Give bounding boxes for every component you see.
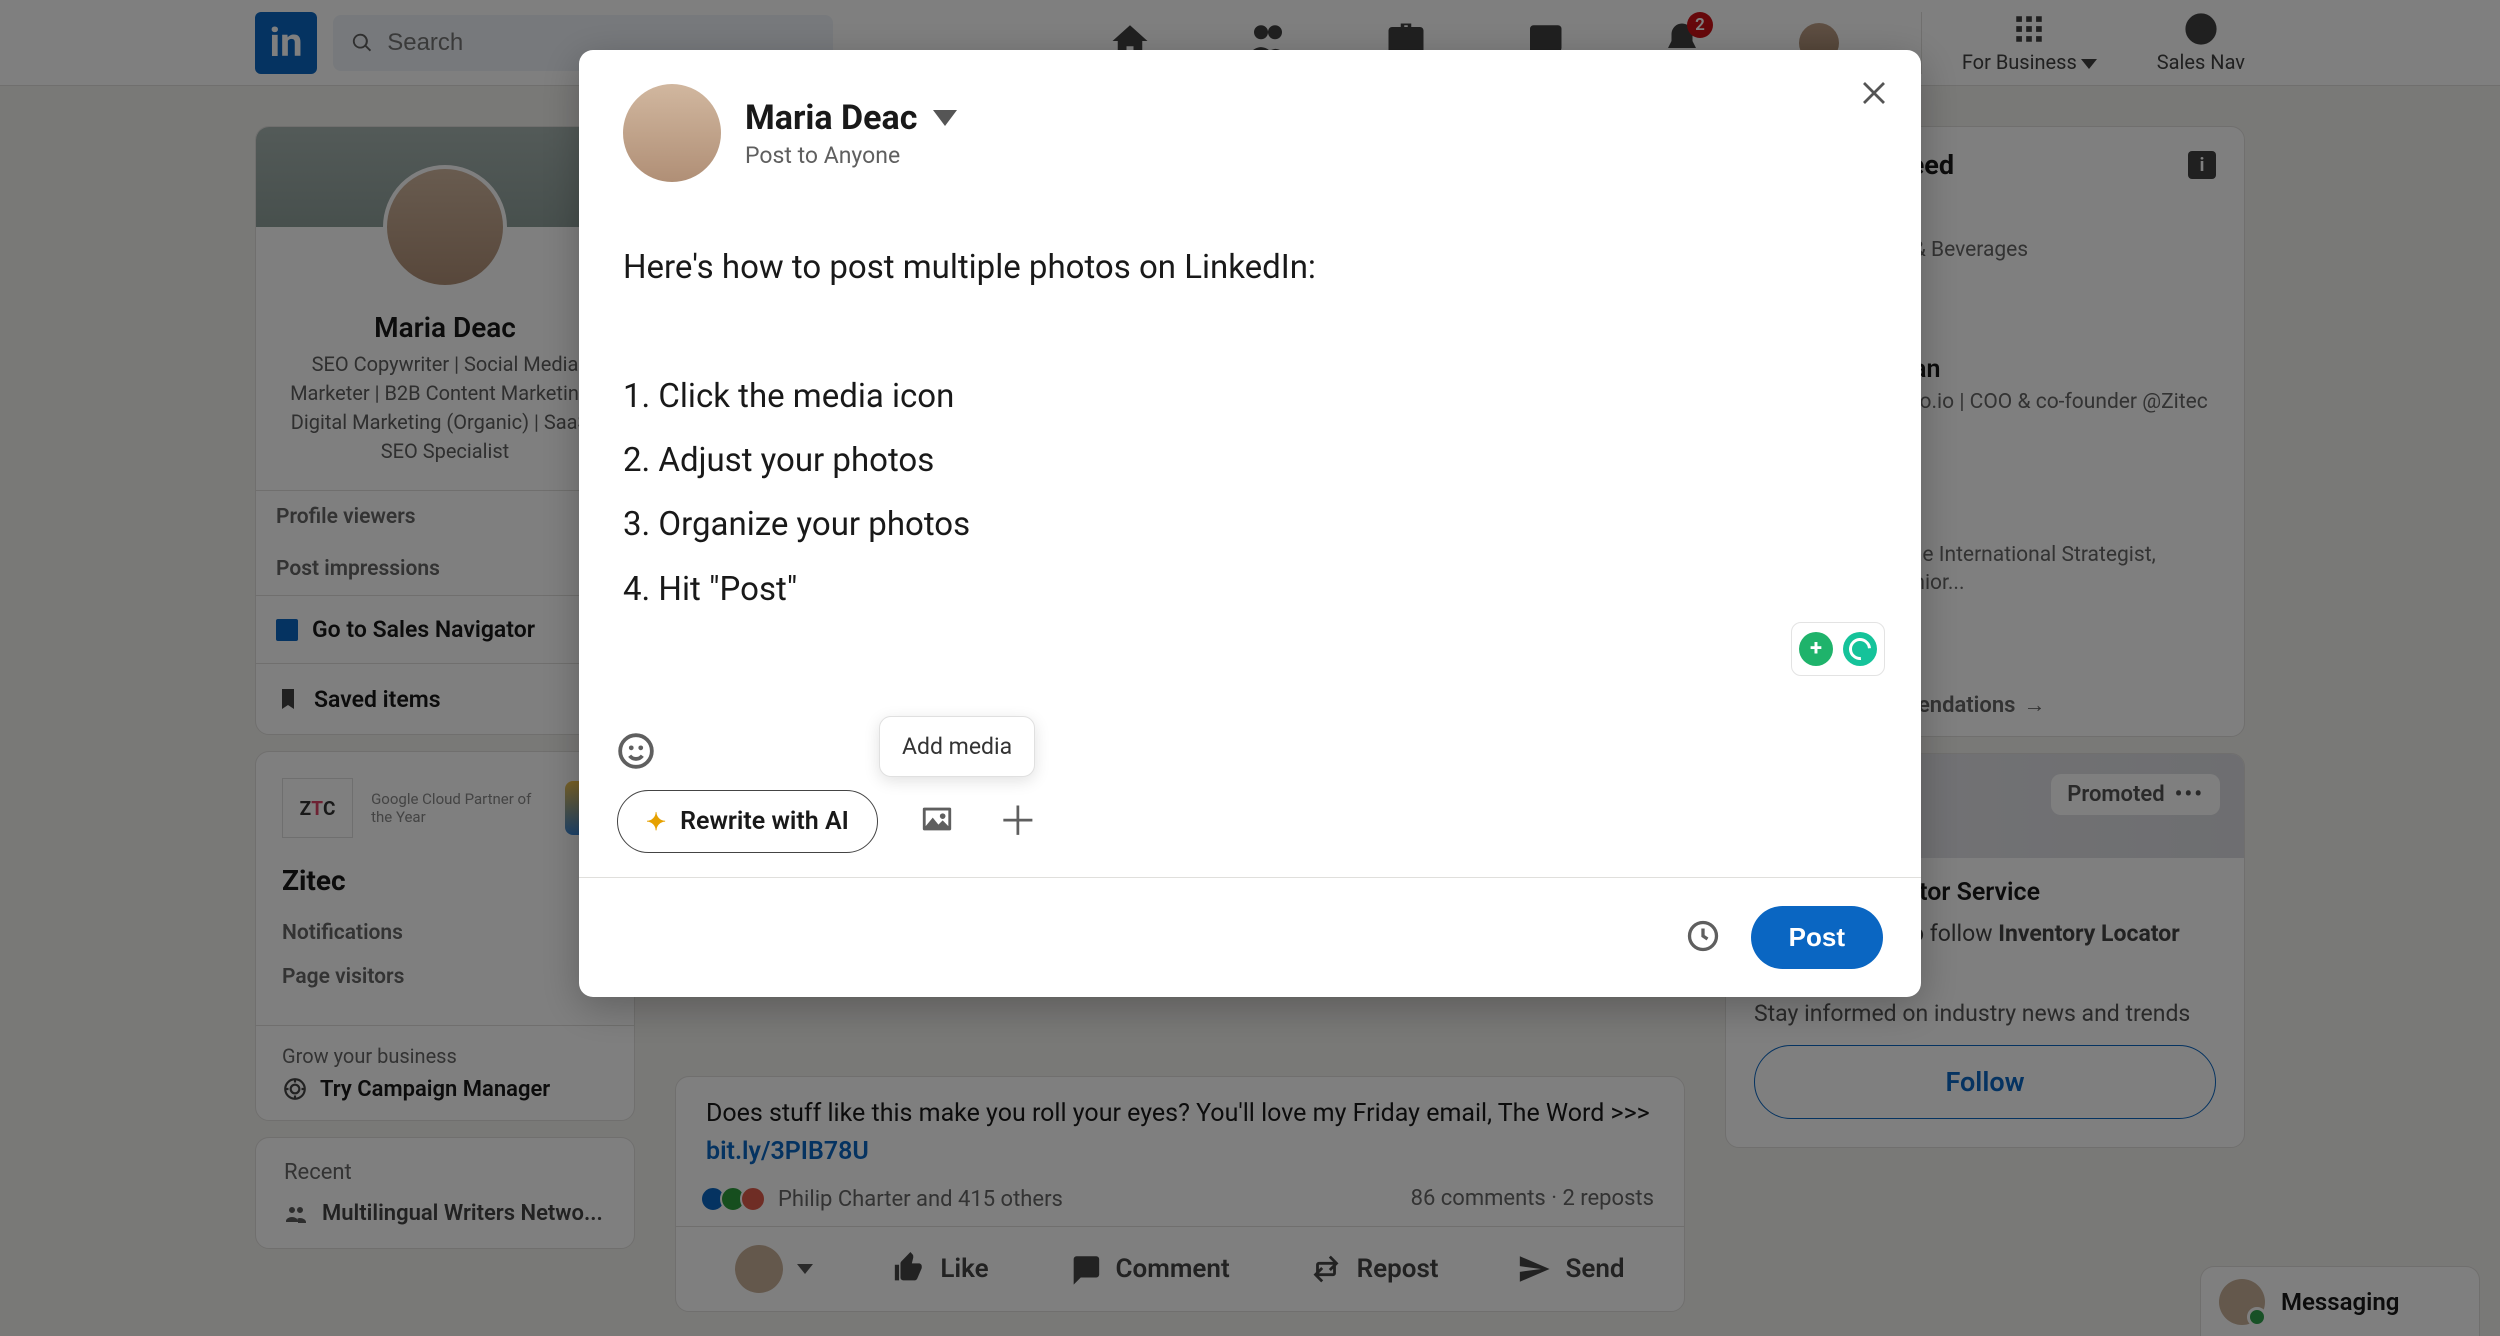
audience-label[interactable]: Post to Anyone (745, 142, 957, 169)
chevron-down-icon (933, 110, 957, 126)
create-post-modal: Maria Deac Post to Anyone Here's how to … (579, 50, 1921, 997)
avatar[interactable] (623, 84, 721, 182)
add-media-tooltip: Add media (879, 716, 1035, 777)
add-media-button[interactable] (918, 802, 958, 842)
plus-icon: ＋ (998, 802, 1038, 842)
emoji-button[interactable] (617, 732, 657, 772)
modal-footer: Post (579, 877, 1921, 997)
grammarly-premium-icon (1799, 632, 1833, 666)
close-icon (1859, 78, 1889, 108)
image-icon (918, 802, 956, 836)
author-selector[interactable]: Maria Deac (745, 98, 957, 138)
schedule-button[interactable] (1685, 918, 1721, 958)
rewrite-ai-button[interactable]: ✦ Rewrite with AI (617, 790, 878, 853)
emoji-icon (617, 732, 655, 770)
grammarly-icon (1843, 632, 1877, 666)
post-content: Here's how to post multiple photos on Li… (623, 236, 1877, 622)
post-textarea[interactable]: Here's how to post multiple photos on Li… (579, 192, 1921, 732)
author-name: Maria Deac (745, 98, 917, 138)
close-button[interactable] (1853, 72, 1895, 114)
sparkle-icon: ✦ (646, 808, 666, 836)
rewrite-ai-label: Rewrite with AI (680, 807, 849, 836)
add-more-button[interactable]: ＋ (998, 802, 1038, 842)
post-button[interactable]: Post (1751, 906, 1883, 969)
clock-icon (1685, 918, 1721, 954)
grammarly-widget[interactable] (1791, 622, 1885, 676)
post-toolbar: Add media ✦ Rewrite with AI ＋ (579, 780, 1921, 877)
modal-overlay[interactable]: Maria Deac Post to Anyone Here's how to … (0, 0, 2500, 1336)
